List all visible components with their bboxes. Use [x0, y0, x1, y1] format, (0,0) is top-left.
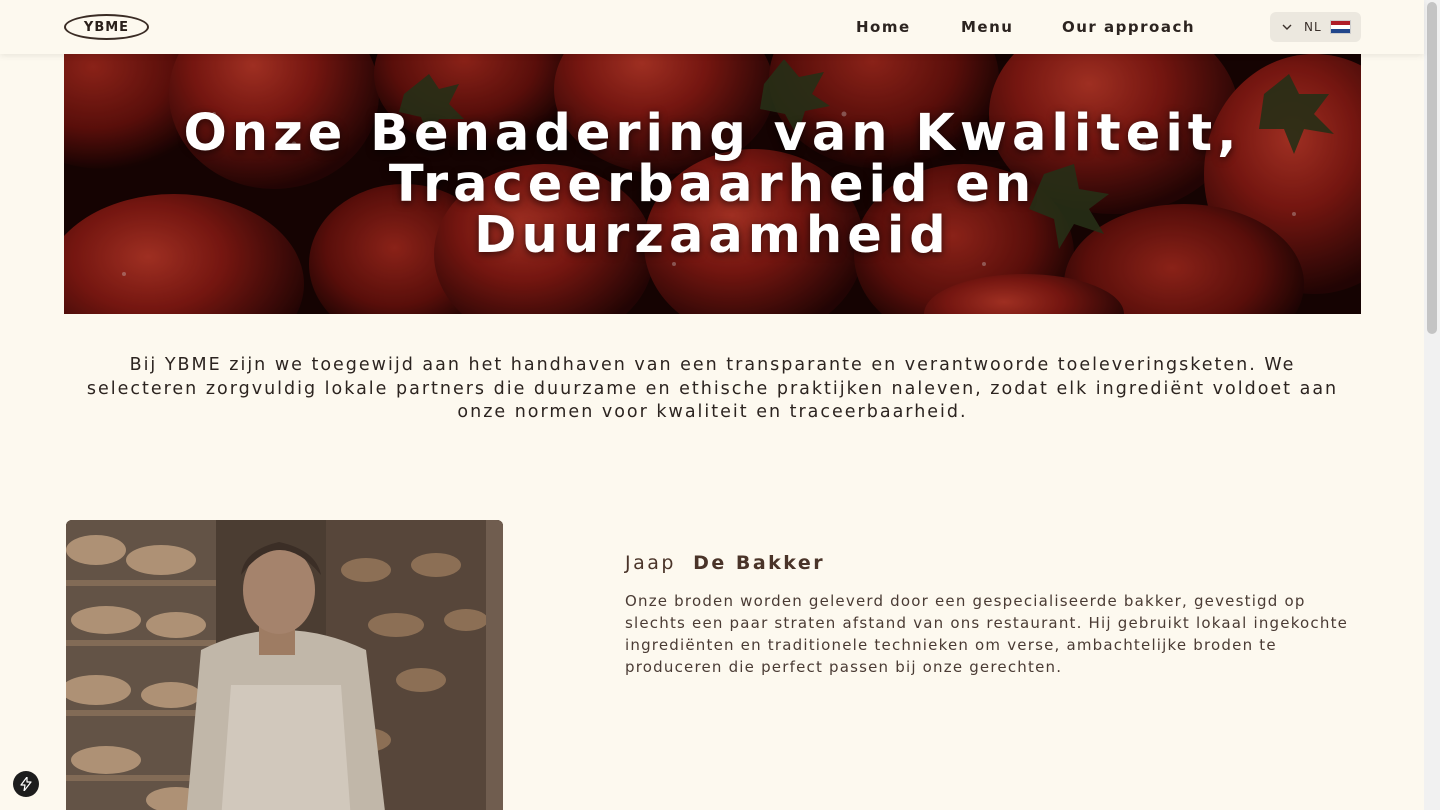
- nav-menu[interactable]: Menu: [961, 18, 1013, 36]
- language-code: NL: [1304, 20, 1322, 34]
- hero-title-line-2: Traceerbaarheid en: [388, 155, 1037, 214]
- chevron-down-icon: [1282, 24, 1292, 30]
- supplier-last-name: De Bakker: [693, 552, 826, 574]
- supplier-description: Onze broden worden geleverd door een ges…: [625, 592, 1349, 676]
- baker-photo: [66, 520, 503, 810]
- netherlands-flag-icon: [1329, 20, 1351, 34]
- nav-our-approach[interactable]: Our approach: [1062, 18, 1195, 36]
- hero-title-line-3: Duurzaamheid: [474, 206, 951, 265]
- language-selector[interactable]: NL: [1270, 12, 1361, 42]
- lightning-icon[interactable]: [13, 771, 39, 797]
- supplier-name: Jaap De Bakker: [625, 552, 825, 574]
- hero-title-line-1: Onze Benadering van Kwaliteit,: [183, 104, 1242, 163]
- hero-banner: Onze Benadering van Kwaliteit, Traceerba…: [64, 54, 1361, 314]
- page-scrollbar[interactable]: [1424, 0, 1440, 810]
- scrollbar-thumb[interactable]: [1427, 2, 1437, 334]
- logo[interactable]: YBME: [64, 14, 149, 40]
- nav-home[interactable]: Home: [856, 18, 911, 36]
- hero-title: Onze Benadering van Kwaliteit, Traceerba…: [64, 108, 1361, 261]
- site-header: YBME Home Menu Our approach NL: [0, 0, 1424, 54]
- supplier-first-name: Jaap: [625, 552, 676, 574]
- intro-text: Bij YBME zijn we toegewijd aan het handh…: [86, 355, 1339, 422]
